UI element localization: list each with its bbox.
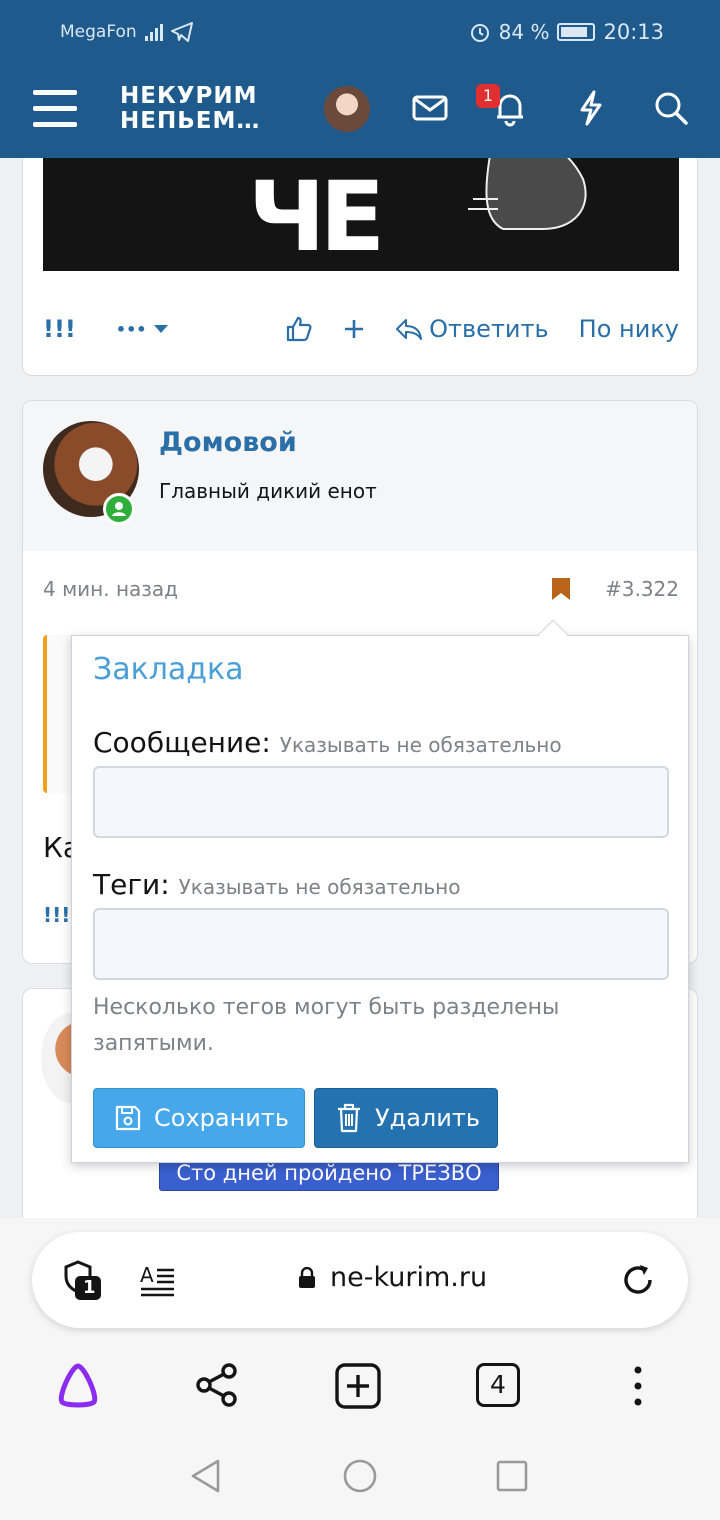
url-text: ne-kurim.ru xyxy=(330,1262,488,1293)
site-logo[interactable]: НЕКУРИМ НЕПЬЕМ… xyxy=(120,84,260,134)
cartoon-figure-art xyxy=(468,158,587,230)
signal-icon xyxy=(144,23,163,41)
menu-icon[interactable] xyxy=(33,90,77,128)
post-meta: 4 мин. назад #3.322 xyxy=(43,577,679,601)
delete-button[interactable]: Удалить xyxy=(314,1088,498,1148)
bookmark-popup: Закладка Сообщение: Указывать не обязате… xyxy=(71,619,689,1163)
tags-label: Теги: xyxy=(93,868,170,901)
tags-input[interactable] xyxy=(93,908,669,980)
post-time[interactable]: 4 мин. назад xyxy=(43,577,178,601)
message-hint: Указывать не обязательно xyxy=(279,733,562,757)
previous-post: ЧЕ !!! ••• Ответить По нику xyxy=(22,158,698,376)
more-vert-icon[interactable] xyxy=(628,1364,648,1408)
address-bar[interactable]: 1 A ne-kurim.ru xyxy=(32,1232,688,1328)
message-label-row: Сообщение: Указывать не обязательно xyxy=(93,726,562,759)
marks-link[interactable]: !!! xyxy=(43,315,76,343)
online-status-icon xyxy=(103,493,135,525)
save-button[interactable]: Сохранить xyxy=(93,1088,305,1148)
image-caption-art: ЧЕ xyxy=(248,161,385,271)
lock-icon xyxy=(299,1266,315,1288)
status-bar: MegaFon 84 % 20:13 xyxy=(60,18,664,46)
alarm-icon xyxy=(470,24,489,42)
logo-line1: НЕКУРИМ xyxy=(120,83,258,109)
save-label: Сохранить xyxy=(154,1104,289,1132)
battery-icon xyxy=(557,23,596,41)
save-icon xyxy=(115,1105,141,1131)
app-header: MegaFon 84 % 20:13 НЕКУРИМ НЕПЬЕМ… 1 xyxy=(0,0,720,158)
home-icon[interactable] xyxy=(342,1458,378,1494)
reader-mode-icon[interactable]: A xyxy=(140,1264,176,1298)
site-navbar: НЕКУРИМ НЕПЬЕМ… 1 xyxy=(0,62,720,158)
post-image[interactable]: ЧЕ xyxy=(43,158,679,271)
new-tab-icon[interactable] xyxy=(334,1362,382,1410)
reply-icon xyxy=(396,319,423,340)
recents-icon[interactable] xyxy=(496,1460,528,1492)
share-icon[interactable] xyxy=(194,1362,240,1408)
by-nick-button[interactable]: По нику xyxy=(579,315,679,343)
marks-link[interactable]: !!! xyxy=(43,903,70,927)
reply-button[interactable]: Ответить xyxy=(395,315,549,343)
tags-help-text: Несколько тегов могут быть разделены зап… xyxy=(93,995,560,1056)
reply-label: Ответить xyxy=(429,315,549,343)
plus-icon xyxy=(345,320,364,338)
tags-hint: Указывать не обязательно xyxy=(178,875,461,899)
bookmark-icon[interactable] xyxy=(551,577,571,601)
post-number[interactable]: #3.322 xyxy=(605,577,679,601)
telegram-icon xyxy=(170,22,193,42)
message-label: Сообщение: xyxy=(93,726,271,759)
alice-icon[interactable] xyxy=(54,1362,102,1408)
back-icon[interactable] xyxy=(188,1458,224,1494)
delete-label: Удалить xyxy=(375,1104,480,1132)
user-avatar[interactable] xyxy=(324,86,370,132)
chevron-down-icon xyxy=(153,325,168,333)
battery-percent: 84 % xyxy=(498,20,550,44)
search-icon[interactable] xyxy=(651,88,691,128)
browser-toolbar: 1 A ne-kurim.ru 4 xyxy=(0,1218,720,1432)
clock: 20:13 xyxy=(603,20,664,44)
more-menu[interactable]: ••• xyxy=(116,320,169,339)
reload-icon[interactable] xyxy=(620,1262,656,1298)
post-user-header: Домовой Главный дикий енот xyxy=(23,401,697,551)
tags-label-row: Теги: Указывать не обязательно xyxy=(93,868,460,901)
popup-title: Закладка xyxy=(93,652,244,687)
like-icon[interactable] xyxy=(285,315,313,343)
system-nav-bar xyxy=(0,1432,720,1520)
author-title: Главный дикий енот xyxy=(159,479,377,503)
add-reaction-button[interactable] xyxy=(343,318,365,340)
tabs-count-button[interactable]: 4 xyxy=(476,1363,520,1407)
shield-count: 1 xyxy=(83,1277,96,1298)
post-actions: !!! ••• Ответить По нику xyxy=(43,309,679,349)
message-input[interactable] xyxy=(93,766,669,838)
url-display[interactable]: ne-kurim.ru xyxy=(298,1262,487,1293)
notification-badge: 1 xyxy=(476,84,500,108)
trash-icon xyxy=(338,1103,360,1133)
author-name[interactable]: Домовой xyxy=(159,427,297,458)
lightning-icon[interactable] xyxy=(571,88,611,128)
svg-text:A: A xyxy=(140,1264,154,1287)
logo-line2: НЕПЬЕМ… xyxy=(120,108,261,134)
more-dots: ••• xyxy=(115,319,147,339)
mail-icon[interactable] xyxy=(410,88,450,128)
carrier-label: MegaFon xyxy=(60,22,137,42)
